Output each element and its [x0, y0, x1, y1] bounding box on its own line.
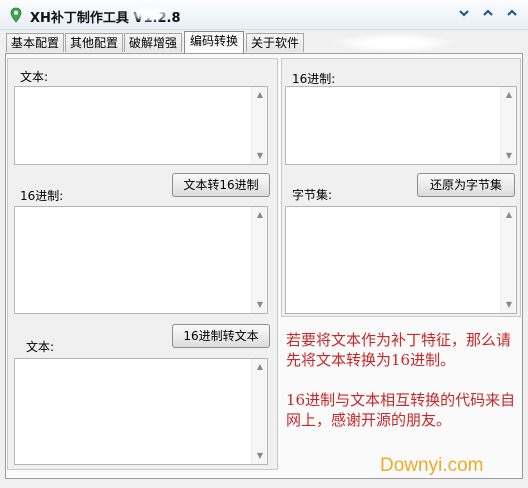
chevron-up-icon: [507, 9, 517, 16]
text-output-label: 文本:: [26, 340, 55, 354]
title-blur: [130, 6, 170, 22]
tab-about[interactable]: 关于软件: [246, 33, 304, 52]
tab-basic-config[interactable]: 基本配置: [6, 33, 64, 52]
scroll-up-arrow-icon[interactable]: ▲: [501, 207, 517, 223]
text-input-area[interactable]: ▲ ▼: [14, 86, 268, 165]
title-bar[interactable]: XH补丁制作工具 V1.2.8: [0, 0, 528, 30]
text-output-area[interactable]: ▲ ▼: [14, 358, 268, 465]
maximize-button[interactable]: [503, 7, 521, 23]
scroll-up-arrow-icon[interactable]: ▲: [252, 87, 268, 103]
bytes-output-area[interactable]: ▲ ▼: [285, 206, 517, 314]
hex-input-scrollbar[interactable]: ▲ ▼: [500, 87, 516, 164]
right-panel: 16进制: ▲ ▼ 还原为字节集 字节集: ▲ ▼: [281, 58, 521, 317]
hex-input-label: 16进制:: [292, 72, 336, 86]
scroll-up-arrow-icon[interactable]: ▲: [501, 87, 517, 103]
scroll-down-arrow-icon[interactable]: ▼: [252, 148, 268, 164]
hex-output-area[interactable]: ▲ ▼: [14, 206, 268, 314]
tab-other-config[interactable]: 其他配置: [65, 33, 123, 52]
restore-bytes-button[interactable]: 还原为字节集: [417, 173, 515, 197]
hex-to-text-button[interactable]: 16进制转文本: [172, 324, 270, 348]
scroll-up-arrow-icon[interactable]: ▲: [252, 359, 268, 375]
tab-bar: 基本配置 其他配置 破解增强 编码转换 关于软件: [4, 31, 524, 53]
location-pin-icon: [10, 7, 22, 23]
chevron-up-icon: [483, 9, 493, 16]
notice-text: 若要将文本作为补丁特征，那么请先将文本转换为16进制。 16进制与文本相互转换的…: [286, 330, 518, 450]
tab-blur: [334, 34, 454, 52]
expand-button[interactable]: [479, 7, 497, 23]
watermark-text: Downyi.com: [380, 455, 484, 476]
chevron-down-icon: [459, 10, 469, 17]
tab-encoding-convert[interactable]: 编码转换: [184, 31, 244, 53]
text-input-scrollbar[interactable]: ▲ ▼: [251, 87, 267, 164]
hex-output-scrollbar[interactable]: ▲ ▼: [251, 207, 267, 313]
app-window: XH补丁制作工具 V1.2.8 基本配置 其他配置 破解增强 编码转换 关于软件…: [0, 0, 528, 488]
bytes-output-scrollbar[interactable]: ▲ ▼: [500, 207, 516, 313]
notice-paragraph-1: 若要将文本作为补丁特征，那么请先将文本转换为16进制。: [286, 331, 512, 369]
tab-crack-enhance[interactable]: 破解增强: [124, 33, 182, 52]
text-input-label: 文本:: [20, 70, 49, 84]
scroll-down-arrow-icon[interactable]: ▼: [501, 148, 517, 164]
encoding-convert-page: 文本: ▲ ▼ 文本转16进制 16进制: ▲ ▼ 16进制转文本 文本: ▲: [5, 53, 523, 479]
scroll-down-arrow-icon[interactable]: ▼: [501, 297, 517, 313]
bytes-output-label: 字节集:: [292, 188, 333, 202]
collapse-button[interactable]: [455, 7, 473, 23]
text-to-hex-button[interactable]: 文本转16进制: [172, 173, 270, 197]
hex-input-area[interactable]: ▲ ▼: [285, 86, 517, 165]
scroll-down-arrow-icon[interactable]: ▼: [252, 297, 268, 313]
scroll-up-arrow-icon[interactable]: ▲: [252, 207, 268, 223]
notice-paragraph-2: 16进制与文本相互转换的代码来自网上，感谢开源的朋友。: [286, 391, 516, 429]
left-panel: 文本: ▲ ▼ 文本转16进制 16进制: ▲ ▼ 16进制转文本 文本: ▲: [7, 58, 278, 470]
scroll-down-arrow-icon[interactable]: ▼: [252, 448, 268, 464]
text-output-scrollbar[interactable]: ▲ ▼: [251, 359, 267, 464]
hex-output-label: 16进制:: [20, 189, 64, 203]
